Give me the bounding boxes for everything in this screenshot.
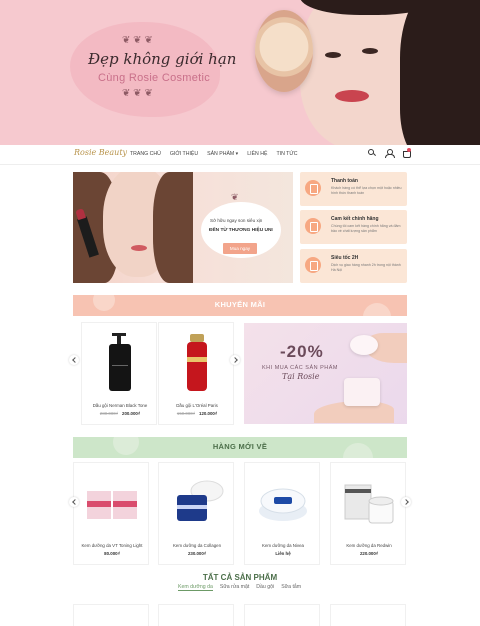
- tab-shampoo[interactable]: Dầu gội: [256, 584, 274, 591]
- feature-desc: Chúng tôi cam kết hàng chính hãng và đảm…: [331, 224, 401, 233]
- promo-lips: [131, 245, 147, 251]
- feature-authentic: Cam kết chính hãng Chúng tôi cam kết hàn…: [300, 210, 407, 244]
- promo-line-2: ĐẾN TỪ THƯƠNG HIỆU UNI: [209, 228, 273, 233]
- sale-section-title: KHUYẾN MÃI: [214, 300, 266, 309]
- product-card[interactable]: [73, 604, 149, 626]
- product-name[interactable]: Kem dưỡng da Redwin: [331, 543, 407, 548]
- all-products-title: TẤT CẢ SẢN PHẨM: [202, 573, 278, 582]
- product-name[interactable]: Kem dưỡng da VT Toning Light: [74, 543, 150, 548]
- shield-icon: [305, 218, 321, 234]
- product-card[interactable]: Kem dưỡng da VT Toning Light 80.000₫: [73, 462, 149, 565]
- hero-eye: [362, 48, 378, 54]
- cream-jar-image: [259, 488, 307, 521]
- feature-desc: Dịch vụ giao hàng nhanh 2h trong nội thà…: [331, 263, 401, 272]
- product-price: Liên hệ: [245, 551, 321, 556]
- carousel-next-arrow-icon[interactable]: [401, 497, 411, 507]
- new-section-header: HÀNG MỚI VỀ: [73, 437, 407, 458]
- cart-badge: [407, 148, 411, 152]
- cart-icon[interactable]: [402, 148, 411, 158]
- payment-icon: [305, 180, 321, 196]
- hero-brand-line: Cùng Rosie Cosmetic: [98, 72, 211, 84]
- hero-title: Đẹp không giới hạn: [88, 50, 237, 68]
- discount-banner[interactable]: -20% KHI MUA CÁC SẢN PHẨM Tại Rosie: [244, 323, 407, 424]
- cream-jar-image: [177, 480, 224, 521]
- feature-title: Siêu tốc 2H: [331, 255, 359, 261]
- shampoo-bottle-image: [187, 334, 207, 391]
- nav-item-products[interactable]: SẢN PHẨM ▾: [207, 151, 238, 157]
- product-current-price: Liên hệ: [275, 551, 291, 556]
- product-card[interactable]: Kem dưỡng da Nivea Liên hệ: [244, 462, 320, 565]
- product-card[interactable]: Kem dưỡng da Collagen 230.000₫: [158, 462, 234, 565]
- product-old-price: 280.000₫: [99, 411, 118, 416]
- site-logo[interactable]: Rosie Beauty: [74, 148, 127, 157]
- nav-item-home[interactable]: TRANG CHỦ: [130, 151, 161, 157]
- cream-box-image: [344, 484, 394, 524]
- hero-hair: [400, 0, 480, 145]
- nav-item-contact[interactable]: LIÊN HỆ: [247, 151, 267, 157]
- nav-menu: TRANG CHỦ GIỚI THIỆU SẢN PHẨM ▾ LIÊN HỆ …: [130, 151, 298, 157]
- promo-line-1: Sở hữu ngay son siêu xịn: [210, 218, 263, 223]
- tab-facial-cleanser[interactable]: Sữa rửa mặt: [220, 584, 249, 591]
- delivery-icon: [305, 257, 321, 273]
- product-price: 230.000₫: [159, 551, 235, 556]
- product-current-price: 120.000₫: [199, 411, 218, 416]
- hero-banner[interactable]: ❦ ❦ ❦ ❦ ❦ ❦ Đẹp không giới hạn Cùng Rosi…: [0, 0, 480, 145]
- product-current-price: 220.000₫: [359, 551, 379, 556]
- sale-section-header: KHUYẾN MÃI: [73, 295, 407, 316]
- discount-script: Tại Rosie: [282, 372, 320, 381]
- feature-fast-delivery: Siêu tốc 2H Dịch vụ giao hàng nhanh 2h t…: [300, 249, 407, 283]
- discount-text: KHI MUA CÁC SẢN PHẨM: [262, 365, 339, 371]
- hero-lips: [335, 90, 369, 102]
- hero-compact-powder-image: [255, 10, 313, 92]
- promo-banner[interactable]: ❦ Sở hữu ngay son siêu xịn ĐẾN TỪ THƯƠNG…: [73, 172, 293, 283]
- discount-percent: -20%: [280, 342, 324, 361]
- product-price: 280.000₫ 200.000₫: [82, 411, 158, 416]
- carousel-prev-arrow-icon[interactable]: [69, 497, 79, 507]
- carousel-next-arrow-icon[interactable]: [230, 355, 240, 365]
- search-icon[interactable]: [368, 149, 376, 157]
- carousel-prev-arrow-icon[interactable]: [69, 355, 79, 365]
- product-price: 150.000₫ 120.000₫: [159, 411, 235, 416]
- product-card[interactable]: [330, 604, 406, 626]
- product-price: 80.000₫: [74, 551, 150, 556]
- feature-title: Cam kết chính hãng: [331, 216, 379, 222]
- product-price: 220.000₫: [331, 551, 407, 556]
- leaf-decoration-icon: ❦: [231, 192, 239, 202]
- feature-desc: Khách hàng có thể lựa chọn một hoặc nhiề…: [331, 186, 402, 195]
- leaf-decoration-icon: ❦ ❦ ❦: [122, 35, 153, 46]
- leaf-decoration-icon: ❦ ❦ ❦: [122, 88, 153, 99]
- nav-item-about[interactable]: GIỚI THIỆU: [170, 151, 198, 157]
- shampoo-bottle-image: [109, 333, 131, 391]
- category-tabs: Kem dưỡng da Sữa rửa mặt Dầu gội Sữa tắm: [178, 584, 301, 591]
- product-card[interactable]: Dầu gội L'Oréal Paris 150.000₫ 120.000₫: [158, 322, 234, 425]
- user-icon[interactable]: [385, 149, 395, 158]
- main-navigation: Rosie Beauty TRANG CHỦ GIỚI THIỆU SẢN PH…: [0, 145, 480, 165]
- product-card[interactable]: Dầu gội Nerman Black Tone 280.000₫ 200.00…: [81, 322, 157, 425]
- product-name[interactable]: Kem dưỡng da Nivea: [245, 543, 321, 548]
- feature-payment: Thanh toán Khách hàng có thể lựa chọn mộ…: [300, 172, 407, 206]
- product-old-price: 150.000₫: [176, 411, 195, 416]
- promo-hair: [153, 172, 193, 283]
- product-card[interactable]: [158, 604, 234, 626]
- jar-lid-image: [350, 335, 378, 355]
- product-card[interactable]: [244, 604, 320, 626]
- tab-shower-gel[interactable]: Sữa tắm: [281, 584, 301, 591]
- product-name[interactable]: Dầu gội L'Oréal Paris: [159, 403, 235, 408]
- product-current-price: 200.000₫: [122, 411, 141, 416]
- product-card[interactable]: Kem dưỡng da Redwin 220.000₫: [330, 462, 406, 565]
- tab-face-cream[interactable]: Kem dưỡng da: [178, 584, 213, 591]
- product-name[interactable]: Kem dưỡng da Collagen: [159, 543, 235, 548]
- product-name[interactable]: Dầu gội Nerman Black Tone: [82, 403, 158, 408]
- new-section-title: HÀNG MỚI VỀ: [212, 442, 268, 451]
- product-current-price: 230.000₫: [187, 551, 207, 556]
- feature-title: Thanh toán: [331, 178, 358, 184]
- product-current-price: 80.000₫: [104, 551, 120, 556]
- buy-now-button[interactable]: Mua ngay: [223, 243, 257, 254]
- cream-box-image: [87, 491, 137, 519]
- hero-eye: [325, 52, 341, 58]
- nav-item-news[interactable]: TIN TỨC: [276, 151, 297, 157]
- nav-icons: [368, 148, 411, 158]
- cream-jar-image: [344, 378, 380, 406]
